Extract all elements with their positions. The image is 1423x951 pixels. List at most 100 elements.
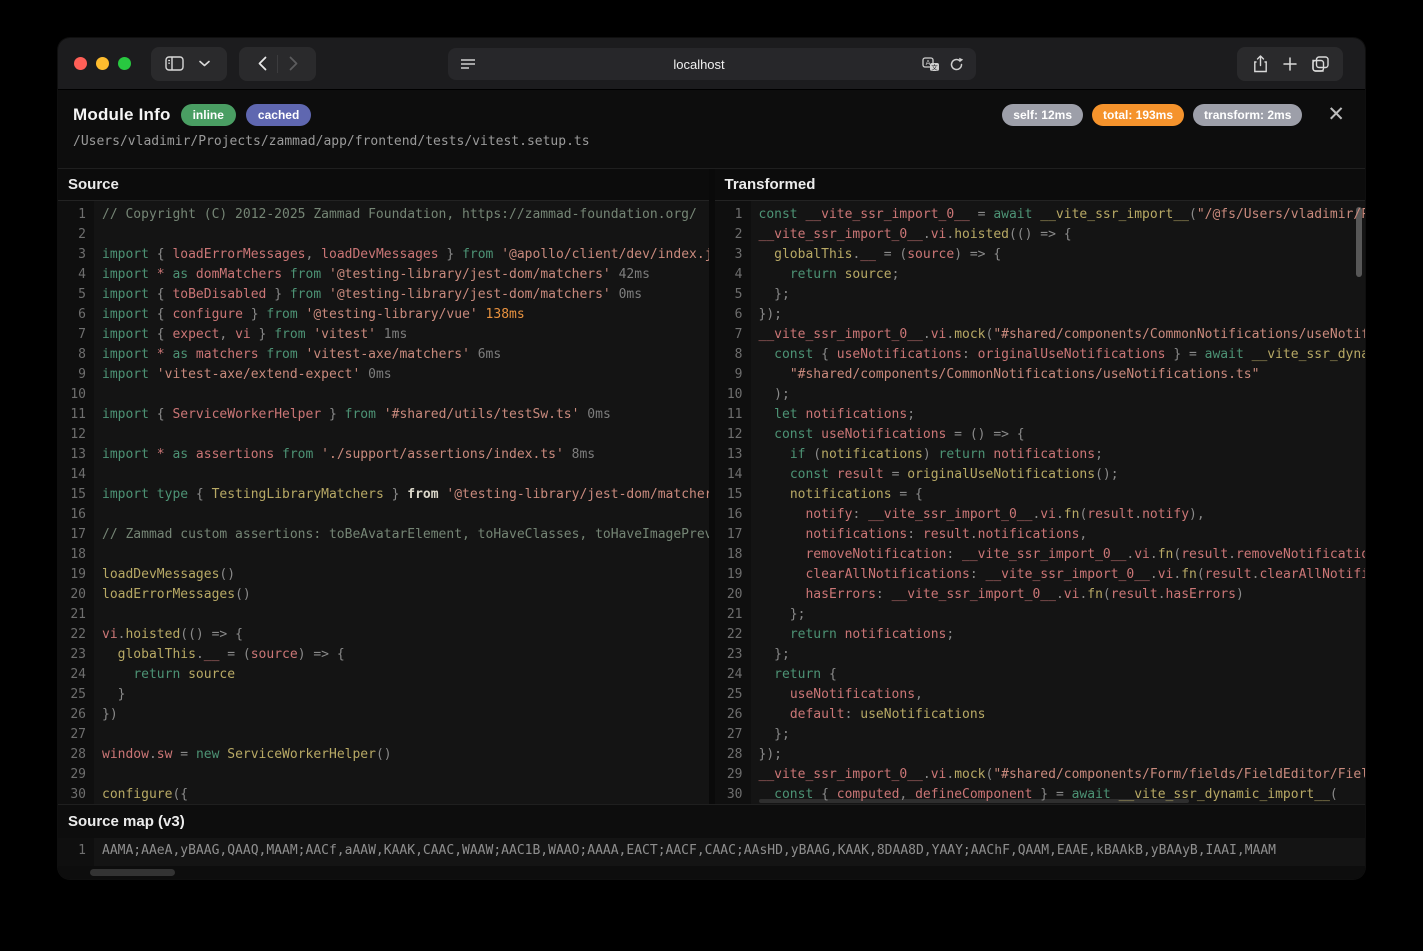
- code-line: 10 );: [715, 385, 1366, 405]
- timing-transform-badge: transform: 2ms: [1193, 104, 1302, 126]
- code-text: return {: [751, 665, 1366, 685]
- code-text: });: [751, 745, 1366, 765]
- code-text: [94, 725, 709, 745]
- line-number: 11: [715, 405, 751, 425]
- code-text: let notifications;: [751, 405, 1366, 425]
- code-text: import * as matchers from 'vitest-axe/ma…: [94, 345, 709, 365]
- badge-inline: inline: [181, 104, 236, 126]
- code-line: 6import { configure } from '@testing-lib…: [58, 305, 709, 325]
- sidebar-toggle-button[interactable]: [159, 49, 189, 79]
- code-line: 5 };: [715, 285, 1366, 305]
- code-line: 11import { ServiceWorkerHelper } from '#…: [58, 405, 709, 425]
- line-number: 1: [58, 205, 94, 225]
- code-line: 23 };: [715, 645, 1366, 665]
- code-line: 3 globalThis.__ = (source) => {: [715, 245, 1366, 265]
- code-text: import 'vitest-axe/extend-expect' 0ms: [94, 365, 709, 385]
- line-number: 2: [715, 225, 751, 245]
- timing-total-badge: total: 193ms: [1092, 104, 1184, 126]
- code-text: notifications: result.notifications,: [751, 525, 1366, 545]
- code-text: };: [751, 285, 1366, 305]
- code-line: 17 notifications: result.notifications,: [715, 525, 1366, 545]
- code-text: notifications = {: [751, 485, 1366, 505]
- zoom-window-button[interactable]: [118, 57, 131, 70]
- line-number: 7: [58, 325, 94, 345]
- translate-icon[interactable]: A 文: [918, 49, 944, 79]
- code-line: 25 }: [58, 685, 709, 705]
- code-text: [94, 605, 709, 625]
- code-line: 27 };: [715, 725, 1366, 745]
- code-line: 9import 'vitest-axe/extend-expect' 0ms: [58, 365, 709, 385]
- line-number: 29: [715, 765, 751, 785]
- transformed-code: 1const __vite_ssr_import_0__ = await __v…: [715, 201, 1366, 804]
- code-line: 5import { toBeDisabled } from '@testing-…: [58, 285, 709, 305]
- code-line: 1const __vite_ssr_import_0__ = await __v…: [715, 205, 1366, 225]
- source-map-scrollbar-thumb[interactable]: [90, 869, 175, 876]
- source-code: 1// Copyright (C) 2012-2025 Zammad Found…: [58, 201, 709, 804]
- code-text: [94, 385, 709, 405]
- code-line: 29__vite_ssr_import_0__.vi.mock("#shared…: [715, 765, 1366, 785]
- code-text: [94, 505, 709, 525]
- code-text: });: [751, 305, 1366, 325]
- line-number: 22: [715, 625, 751, 645]
- code-line: 16 notify: __vite_ssr_import_0__.vi.fn(r…: [715, 505, 1366, 525]
- line-number: 16: [715, 505, 751, 525]
- code-text: [94, 545, 709, 565]
- svg-text:文: 文: [931, 62, 938, 71]
- code-text: import { configure } from '@testing-libr…: [94, 305, 709, 325]
- code-line: 11 let notifications;: [715, 405, 1366, 425]
- code-text: import { toBeDisabled } from '@testing-l…: [94, 285, 709, 305]
- code-line: 26}): [58, 705, 709, 725]
- code-line: 28});: [715, 745, 1366, 765]
- code-line: 12 const useNotifications = () => {: [715, 425, 1366, 445]
- line-number: 22: [58, 625, 94, 645]
- forward-button[interactable]: [278, 49, 308, 79]
- code-text: __vite_ssr_import_0__.vi.hoisted(() => {: [751, 225, 1366, 245]
- code-text: clearAllNotifications: __vite_ssr_import…: [751, 565, 1366, 585]
- line-number: 17: [715, 525, 751, 545]
- code-text: }: [94, 685, 709, 705]
- code-text: globalThis.__ = (source) => {: [751, 245, 1366, 265]
- code-line: 20loadErrorMessages(): [58, 585, 709, 605]
- code-line: 1// Copyright (C) 2012-2025 Zammad Found…: [58, 205, 709, 225]
- code-line: 7import { expect, vi } from 'vitest' 1ms: [58, 325, 709, 345]
- back-button[interactable]: [247, 49, 277, 79]
- code-line: 30 const { computed, defineComponent } =…: [715, 785, 1366, 804]
- code-text: import type { TestingLibraryMatchers } f…: [94, 485, 709, 505]
- line-number: 5: [58, 285, 94, 305]
- code-text: loadErrorMessages(): [94, 585, 709, 605]
- address-url[interactable]: localhost: [480, 57, 918, 72]
- code-text: const { useNotifications: originalUseNot…: [751, 345, 1366, 365]
- line-number: 28: [715, 745, 751, 765]
- code-line: 30configure({: [58, 785, 709, 804]
- code-text: };: [751, 645, 1366, 665]
- code-line: 18: [58, 545, 709, 565]
- reload-icon[interactable]: [944, 49, 968, 79]
- badge-cached: cached: [246, 104, 311, 126]
- line-number: 16: [58, 505, 94, 525]
- line-number: 24: [58, 665, 94, 685]
- code-line: 19loadDevMessages(): [58, 565, 709, 585]
- line-number: 20: [58, 585, 94, 605]
- close-window-button[interactable]: [74, 57, 87, 70]
- module-file-path: /Users/vladimir/Projects/zammad/app/fron…: [73, 134, 1345, 149]
- tab-overview-icon[interactable]: [1305, 49, 1335, 79]
- line-number: 19: [58, 565, 94, 585]
- sidebar-chevron-down-icon[interactable]: [189, 49, 219, 79]
- code-line: 2__vite_ssr_import_0__.vi.hoisted(() => …: [715, 225, 1366, 245]
- line-number: 17: [58, 525, 94, 545]
- code-line: 14: [58, 465, 709, 485]
- new-tab-icon[interactable]: [1275, 49, 1305, 79]
- share-icon[interactable]: [1245, 49, 1275, 79]
- code-line: 24 return {: [715, 665, 1366, 685]
- page-settings-icon[interactable]: [456, 49, 480, 79]
- line-number: 6: [58, 305, 94, 325]
- code-panes: Source 1// Copyright (C) 2012-2025 Zamma…: [58, 168, 1365, 804]
- minimize-window-button[interactable]: [96, 57, 109, 70]
- code-text: };: [751, 725, 1366, 745]
- line-number: 15: [58, 485, 94, 505]
- code-text: globalThis.__ = (source) => {: [94, 645, 709, 665]
- code-line: 17// Zammad custom assertions: toBeAvata…: [58, 525, 709, 545]
- address-bar[interactable]: localhost A 文: [448, 48, 976, 80]
- line-number: 4: [58, 265, 94, 285]
- close-panel-button[interactable]: ✕: [1327, 107, 1345, 123]
